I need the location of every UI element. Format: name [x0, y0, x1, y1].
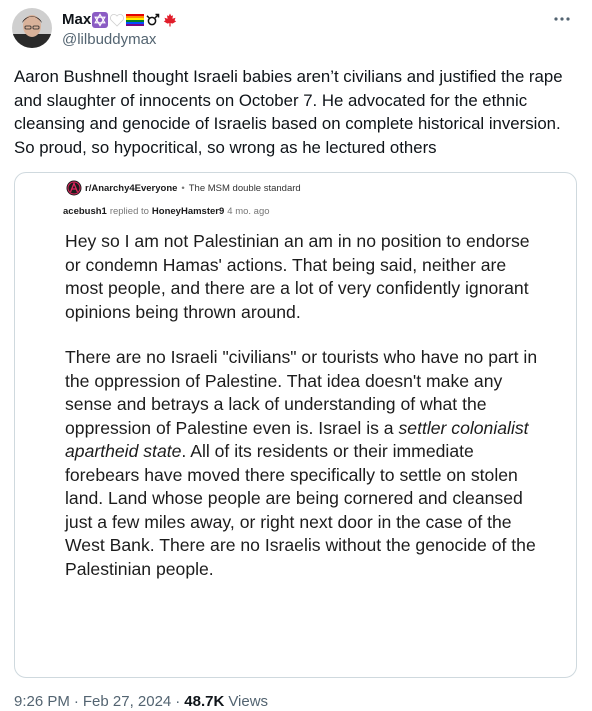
star-of-david-icon — [92, 12, 109, 28]
author-block: Max @lilbuddymax — [62, 10, 178, 50]
comment-age: 4 mo. ago — [227, 206, 270, 217]
anarchy-subreddit-icon — [66, 180, 82, 196]
more-options-icon[interactable] — [548, 8, 576, 30]
tweet-time[interactable]: 9:26 PM — [14, 693, 70, 710]
rainbow-flag-icon — [126, 13, 145, 27]
commenter-name: acebush1 — [63, 206, 107, 217]
tweet-date[interactable]: Feb 27, 2024 — [83, 693, 171, 710]
comment-body: Hey so I am not Palestinian an am in no … — [65, 230, 545, 581]
replied-to-user: HoneyHamster9 — [151, 206, 225, 217]
avatar-image — [12, 8, 52, 48]
avatar[interactable] — [12, 8, 52, 48]
subreddit-name: r/Anarchy4Everyone — [85, 183, 178, 194]
white-heart-icon — [109, 12, 125, 28]
tweet-text: Aaron Bushnell thought Israeli babies ar… — [14, 67, 563, 157]
reply-line: acebush1 replied to HoneyHamster9 4 mo. … — [63, 206, 270, 217]
gender-symbol-icon — [145, 12, 161, 28]
views-label: Views — [228, 693, 269, 710]
header-separator: • — [181, 183, 185, 194]
post-title: The MSM double standard — [188, 183, 301, 194]
author-name[interactable]: Max — [62, 10, 91, 30]
comment-paragraph-2-part-2: . All of its residents or their immediat… — [65, 441, 536, 579]
author-name-row[interactable]: Max — [62, 10, 178, 30]
tweet: Max @lilbuddymax Aaron Bushnell thought … — [0, 0, 592, 711]
tweet-meta: 9:26 PM · Feb 27, 2024 · 48.7K Views — [14, 693, 268, 710]
comment-paragraph-1: Hey so I am not Palestinian an am in no … — [65, 231, 530, 322]
meta-dot-2: · — [175, 693, 181, 710]
maple-leaf-icon — [162, 12, 178, 28]
meta-dot: · — [73, 693, 79, 710]
comment-paragraph-2: There are no Israeli "civilians" or tour… — [65, 346, 545, 581]
name-emoji-group — [92, 12, 178, 28]
embedded-image[interactable]: r/Anarchy4Everyone • The MSM double stan… — [14, 172, 577, 678]
views-count: 48.7K — [184, 693, 225, 710]
author-handle[interactable]: @lilbuddymax — [62, 30, 178, 50]
replied-to-label: replied to — [109, 206, 149, 217]
post-header: r/Anarchy4Everyone • The MSM double stan… — [85, 183, 301, 194]
